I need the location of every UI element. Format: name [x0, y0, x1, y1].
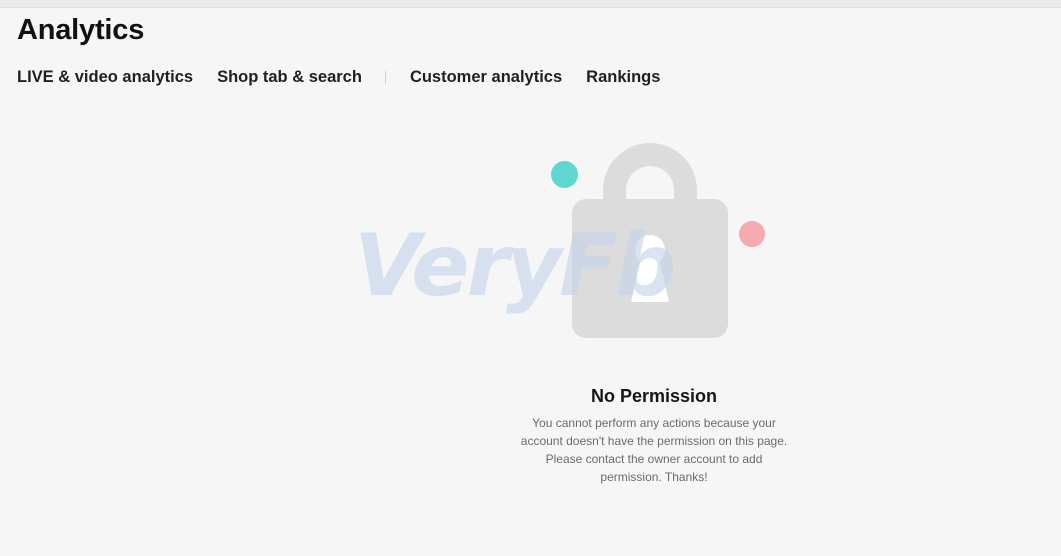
no-permission-description: You cannot perform any actions because y… — [520, 416, 788, 484]
watermark-logo: VeryFb — [354, 216, 676, 316]
tab-rankings[interactable]: Rankings — [586, 65, 660, 89]
top-strip — [0, 0, 1061, 8]
tab-live-video-analytics[interactable]: LIVE & video analytics — [17, 65, 193, 89]
tab-bar: LIVE & video analytics Shop tab & search… — [17, 64, 660, 90]
no-permission-illustration: VeryFb — [340, 130, 780, 350]
page-title: Analytics — [17, 14, 145, 46]
no-permission-title: No Permission — [590, 386, 718, 406]
pink-dot-decoration — [739, 221, 765, 247]
tab-divider — [384, 70, 386, 84]
tab-customer-analytics[interactable]: Customer analytics — [410, 65, 562, 89]
tab-shop-tab-search[interactable]: Shop tab & search — [217, 65, 362, 89]
